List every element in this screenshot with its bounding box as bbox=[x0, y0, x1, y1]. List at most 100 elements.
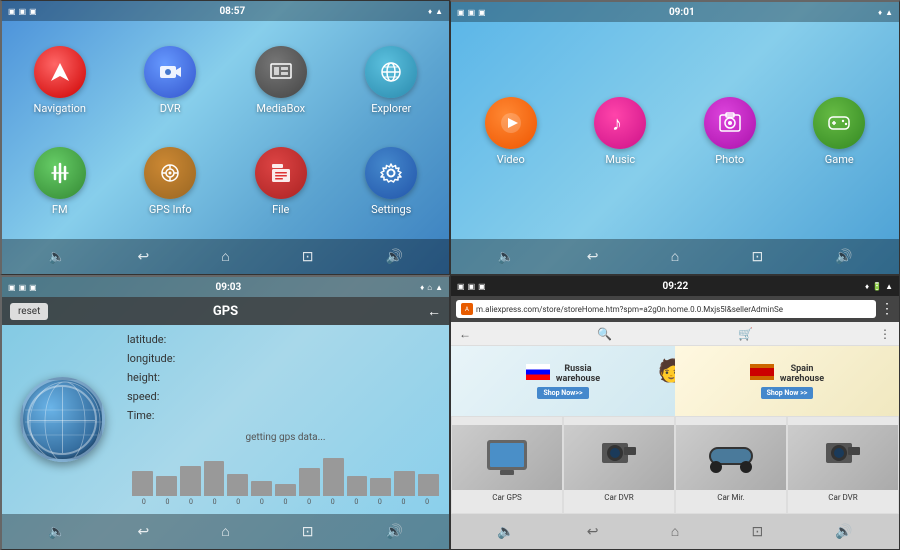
file-icon bbox=[255, 147, 307, 199]
settings-label: Settings bbox=[371, 203, 411, 216]
home-browser[interactable]: ⌂ bbox=[671, 523, 679, 540]
gps-back-button[interactable]: ← bbox=[427, 303, 441, 320]
product-mirror[interactable]: Car Mir. bbox=[675, 416, 787, 514]
spain-warehouse-banner[interactable]: Spain warehouse Shop Now >> bbox=[675, 346, 899, 416]
app-video[interactable]: Video bbox=[456, 97, 566, 166]
recents-browser[interactable]: ⊡ bbox=[751, 524, 763, 540]
notif-icon-browser: ▣ bbox=[457, 282, 465, 291]
bar-11 bbox=[370, 478, 391, 496]
app-mediabox[interactable]: MediaBox bbox=[228, 33, 334, 129]
vol-up-gps[interactable]: 🔊 bbox=[386, 524, 403, 540]
fm-icon bbox=[34, 147, 86, 199]
bar-6 bbox=[251, 481, 272, 496]
product-gps[interactable]: Car GPS bbox=[451, 416, 563, 514]
app-grid-home: Navigation DVR MediaBox bbox=[2, 23, 449, 239]
browser-menu-button[interactable]: ⋮ bbox=[880, 301, 894, 317]
wifi-signal-browser: ▲ bbox=[885, 282, 893, 291]
vol-down-media[interactable]: 🔈 bbox=[497, 249, 514, 265]
app-settings[interactable]: Settings bbox=[339, 134, 445, 230]
russia-title: Russia bbox=[556, 364, 600, 374]
browser-back-button[interactable]: ← bbox=[459, 327, 471, 341]
nav-bar-media: 🔈 ↩ ⌂ ⊡ 🔊 bbox=[451, 239, 899, 274]
nav-bar-gps: 🔈 ↩ ⌂ ⊡ 🔊 bbox=[2, 514, 449, 549]
media-app-grid: Video ♪ Music Photo bbox=[451, 24, 899, 239]
music-app-icon: ♪ bbox=[594, 97, 646, 149]
status-bar-browser: ▣ ▣ ▣ 09:22 ♦ 🔋 ▲ bbox=[451, 276, 899, 296]
product-gps-label: Car GPS bbox=[489, 490, 525, 505]
signal-icon-media: ▣ bbox=[478, 8, 486, 17]
bar-num-1: 0 bbox=[165, 498, 169, 506]
product-dvr1[interactable]: Car DVR bbox=[563, 416, 675, 514]
browser-favicon: A bbox=[461, 303, 473, 315]
bar-num-11: 0 bbox=[402, 498, 406, 506]
status-bar-home: ▣ ▣ ▣ 08:57 ♦ ▲ bbox=[2, 1, 449, 21]
app-photo[interactable]: Photo bbox=[675, 97, 785, 166]
bar-13 bbox=[418, 474, 439, 496]
app-game[interactable]: Game bbox=[785, 97, 895, 166]
back-button[interactable]: ↩ bbox=[137, 249, 149, 265]
app-music[interactable]: ♪ Music bbox=[566, 97, 676, 166]
explorer-label: Explorer bbox=[371, 102, 411, 115]
bar-num-8: 0 bbox=[331, 498, 335, 506]
video-app-icon bbox=[485, 97, 537, 149]
gpsinfo-icon bbox=[144, 147, 196, 199]
notif-icon-gps: ▣ bbox=[8, 283, 16, 292]
home-media[interactable]: ⌂ bbox=[671, 248, 679, 265]
vol-down-gps[interactable]: 🔈 bbox=[48, 524, 65, 540]
product-dvr2-image bbox=[788, 425, 898, 490]
signal-icon-gps: ▣ bbox=[29, 283, 37, 292]
back-gps[interactable]: ↩ bbox=[137, 524, 149, 540]
volume-up-button[interactable]: 🔊 bbox=[386, 249, 403, 265]
browser-more-button[interactable]: ⋮ bbox=[879, 327, 891, 341]
wifi-icon-media: ▣ bbox=[468, 8, 476, 17]
back-media[interactable]: ↩ bbox=[587, 249, 599, 265]
screen-media: ▣ ▣ ▣ 09:01 ♦ ▲ Video ♪ Mus bbox=[450, 0, 900, 275]
gps-icon-browser: ♦ bbox=[865, 282, 869, 291]
browser-url-bar[interactable]: A m.aliexpress.com/store/storeHome.htm?s… bbox=[456, 300, 876, 318]
dvr-icon bbox=[144, 46, 196, 98]
recents-button[interactable]: ⊡ bbox=[302, 249, 314, 265]
browser-search-button[interactable]: 🔍 bbox=[597, 327, 612, 341]
app-file[interactable]: File bbox=[228, 134, 334, 230]
status-time-gps: 09:03 bbox=[216, 282, 242, 293]
recents-media[interactable]: ⊡ bbox=[751, 249, 763, 265]
notification-icon: ▣ bbox=[8, 7, 16, 16]
app-dvr[interactable]: DVR bbox=[118, 33, 224, 129]
home-button[interactable]: ⌂ bbox=[221, 248, 229, 265]
vol-up-media[interactable]: 🔊 bbox=[835, 249, 852, 265]
dvr-label: DVR bbox=[160, 102, 181, 115]
game-label: Game bbox=[825, 153, 854, 166]
recents-gps[interactable]: ⊡ bbox=[302, 524, 314, 540]
bar-num-2: 0 bbox=[189, 498, 193, 506]
screen-home: ▣ ▣ ▣ 08:57 ♦ ▲ Navigation DVR bbox=[0, 0, 450, 275]
bar-5 bbox=[227, 474, 248, 496]
app-navigation[interactable]: Navigation bbox=[7, 33, 113, 129]
app-gpsinfo[interactable]: GPS Info bbox=[118, 134, 224, 230]
browser-cart-button[interactable]: 🛒 bbox=[738, 327, 753, 341]
app-fm[interactable]: FM bbox=[7, 134, 113, 230]
bar-3 bbox=[180, 466, 201, 496]
bar-7 bbox=[275, 484, 296, 496]
product-dvr2[interactable]: Car DVR bbox=[787, 416, 899, 514]
screen-browser: ▣ ▣ ▣ 09:22 ♦ 🔋 ▲ A m.aliexpress.com/sto… bbox=[450, 275, 900, 550]
gps-latitude-field: latitude: bbox=[127, 333, 444, 346]
browser-url-text: m.aliexpress.com/store/storeHome.htm?spm… bbox=[476, 305, 783, 314]
russia-shop-button[interactable]: Shop Now>> bbox=[537, 387, 588, 399]
signal-icon-browser: ▣ bbox=[478, 282, 486, 291]
app-explorer[interactable]: Explorer bbox=[339, 33, 445, 129]
volume-down-button[interactable]: 🔈 bbox=[48, 249, 65, 265]
vol-up-browser[interactable]: 🔊 bbox=[835, 524, 852, 540]
gps-time-field: Time: bbox=[127, 409, 444, 422]
gps-reset-button[interactable]: reset bbox=[10, 303, 48, 320]
status-left-icons-browser: ▣ ▣ ▣ bbox=[457, 282, 486, 291]
battery-icon-media: ▲ bbox=[885, 8, 893, 17]
spain-shop-button[interactable]: Shop Now >> bbox=[761, 387, 814, 399]
ad-banners-row: Russia warehouse 🧑 Shop Now>> Spain ware… bbox=[451, 346, 899, 416]
gps-title: GPS bbox=[213, 304, 238, 319]
back-browser[interactable]: ↩ bbox=[587, 524, 599, 540]
time-label: Time: bbox=[127, 409, 192, 422]
bar-10 bbox=[347, 476, 368, 496]
home-gps[interactable]: ⌂ bbox=[221, 523, 229, 540]
russia-warehouse-banner[interactable]: Russia warehouse 🧑 Shop Now>> bbox=[451, 346, 675, 416]
vol-down-browser[interactable]: 🔈 bbox=[497, 524, 514, 540]
